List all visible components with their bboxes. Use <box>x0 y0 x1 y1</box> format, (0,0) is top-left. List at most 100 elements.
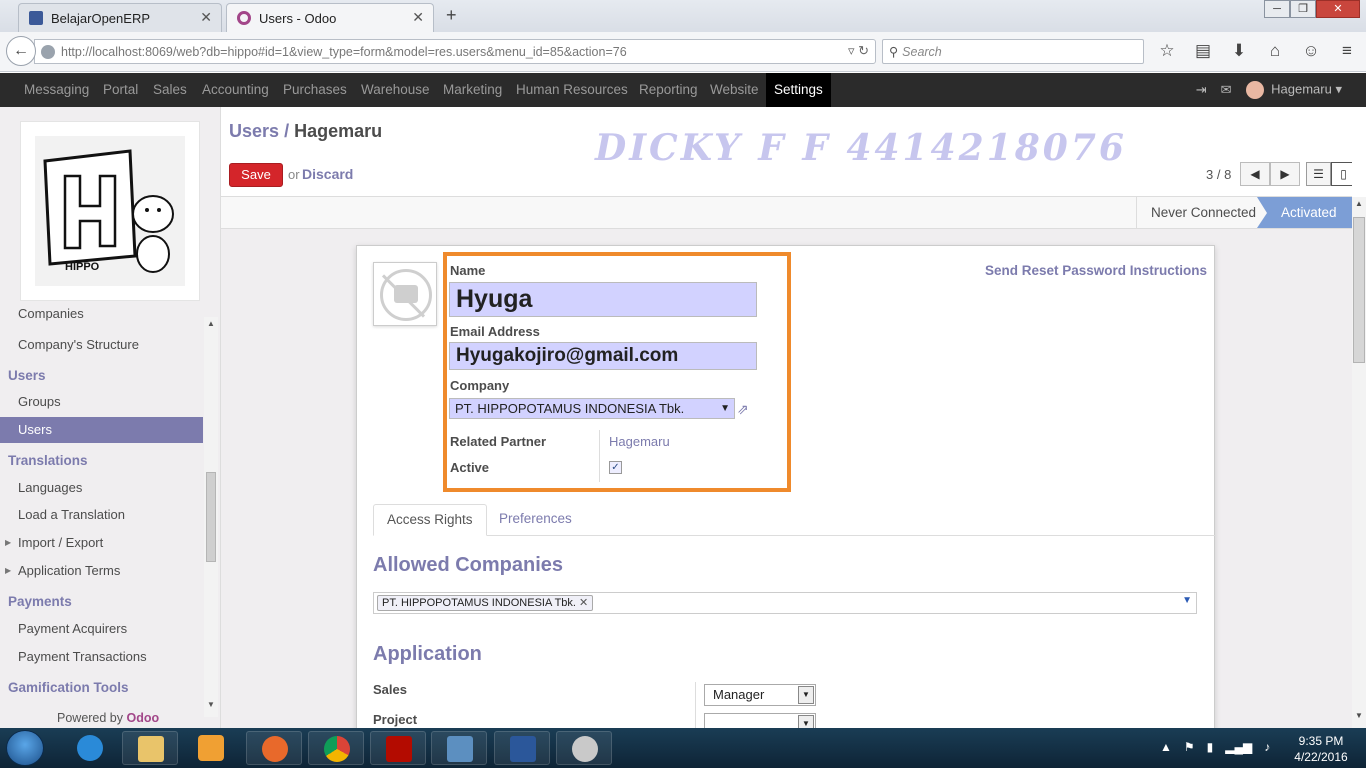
volume-icon[interactable]: ♪ <box>1264 740 1270 754</box>
photo-viewer-icon[interactable] <box>431 731 487 765</box>
company-select[interactable]: PT. HIPPOPOTAMUS INDONESIA Tbk. ▼ <box>449 398 735 419</box>
acrobat-icon[interactable] <box>370 731 426 765</box>
chat-icon[interactable]: ☺ <box>1300 41 1322 61</box>
download-icon[interactable]: ⬇ <box>1228 41 1250 61</box>
media-player-icon[interactable] <box>183 731 239 765</box>
menu-website[interactable]: Website <box>710 73 759 107</box>
sidebar-item-company-structure[interactable]: Company's Structure <box>0 332 203 358</box>
form-view-icon[interactable]: ▯ <box>1331 162 1352 186</box>
send-reset-password-link[interactable]: Send Reset Password Instructions <box>985 263 1207 278</box>
sidebar-item-application-terms[interactable]: ▶ Application Terms <box>0 558 203 584</box>
dropdown-arrow-icon[interactable]: ▼ <box>1182 595 1192 606</box>
show-hidden-icons[interactable]: ▲ <box>1160 740 1172 754</box>
tab-preferences[interactable]: Preferences <box>486 504 585 536</box>
main-content: Users / Hagemaru DICKY F F 4414218076 Sa… <box>221 107 1352 728</box>
sidebar-item-payment-acquirers[interactable]: Payment Acquirers <box>0 616 203 642</box>
tab-label: Users - Odoo <box>259 10 337 26</box>
breadcrumb-users-link[interactable]: Users <box>229 121 279 141</box>
sidebar-header-translations[interactable]: Translations <box>0 448 203 474</box>
chrome-icon[interactable] <box>308 731 364 765</box>
user-photo[interactable] <box>373 262 437 326</box>
scroll-down-icon[interactable]: ▼ <box>207 700 215 709</box>
notebook-tabs: Access Rights Preferences <box>373 504 1216 536</box>
browser-tab-belajar[interactable]: BelajarOpenERP ✕ <box>18 3 222 32</box>
close-tab-icon[interactable]: ✕ <box>200 9 212 26</box>
sidebar-header-gamification[interactable]: Gamification Tools <box>0 675 203 701</box>
sidebar-item-groups[interactable]: Groups <box>0 389 203 415</box>
odoo-link[interactable]: Odoo <box>127 711 160 725</box>
menu-settings[interactable]: Settings <box>766 73 831 107</box>
page-scrollbar[interactable]: ▲ ▼ <box>1352 197 1366 728</box>
project-select[interactable]: ▼ <box>704 713 816 728</box>
browser-tab-users-odoo[interactable]: Users - Odoo ✕ <box>226 3 434 32</box>
paint-icon[interactable] <box>556 731 612 765</box>
word-icon[interactable] <box>494 731 550 765</box>
save-button[interactable]: Save <box>229 163 283 187</box>
clock[interactable]: 9:35 PM 4/22/2016 <box>1292 733 1350 765</box>
company-logo[interactable]: HIPPO <box>20 121 200 301</box>
bookmark-star-icon[interactable]: ☆ <box>1156 41 1178 61</box>
sidebar-item-companies[interactable]: Companies <box>0 304 203 324</box>
action-center-icon[interactable]: ⚑ <box>1184 740 1195 754</box>
menu-purchases[interactable]: Purchases <box>283 73 347 107</box>
logout-icon[interactable]: ⇥ <box>1196 82 1207 98</box>
sidebar-item-payment-transactions[interactable]: Payment Transactions <box>0 644 203 670</box>
url-bar[interactable]: http://localhost:8069/web?db=hippo#id=1&… <box>34 39 876 64</box>
sales-select[interactable]: Manager ▼ <box>704 684 816 706</box>
hamburger-menu-icon[interactable]: ≡ <box>1336 41 1358 61</box>
sidebar-scrollbar[interactable]: ▲ ▼ <box>204 317 218 717</box>
previous-arrow-icon[interactable]: ◀ <box>1240 162 1270 186</box>
reading-list-icon[interactable]: ▤ <box>1192 41 1214 61</box>
sidebar-header-users[interactable]: Users <box>0 363 203 389</box>
menu-reporting[interactable]: Reporting <box>639 73 698 107</box>
name-field[interactable]: Hyuga <box>449 282 757 317</box>
close-window-icon[interactable]: ✕ <box>1316 0 1360 18</box>
next-arrow-icon[interactable]: ▶ <box>1270 162 1300 186</box>
menu-portal[interactable]: Portal <box>103 73 138 107</box>
minimize-icon[interactable]: ─ <box>1264 0 1290 18</box>
explorer-icon[interactable] <box>122 731 178 765</box>
menu-human-resources[interactable]: Human Resources <box>516 73 628 107</box>
firefox-icon[interactable] <box>246 731 302 765</box>
external-link-icon[interactable]: ⇗ <box>737 401 749 418</box>
scroll-thumb[interactable] <box>206 472 216 562</box>
sidebar-item-load-translation[interactable]: Load a Translation <box>0 502 203 528</box>
browser-search-input[interactable]: ⚲ Search <box>882 39 1144 64</box>
menu-messaging[interactable]: Messaging <box>24 73 89 107</box>
menu-sales[interactable]: Sales <box>153 73 187 107</box>
messages-icon[interactable]: ✉ <box>1221 82 1232 98</box>
battery-icon[interactable]: ▮ <box>1207 740 1214 754</box>
stage-activated[interactable]: Activated <box>1257 197 1352 228</box>
discard-button[interactable]: Discard <box>302 166 353 182</box>
scroll-down-icon[interactable]: ▼ <box>1355 711 1363 720</box>
sidebar-item-import-export[interactable]: ▶ Import / Export <box>0 530 203 556</box>
scroll-thumb[interactable] <box>1353 217 1365 363</box>
user-menu[interactable]: Hagemaru ▾ <box>1245 81 1342 99</box>
stage-never-connected[interactable]: Never Connected <box>1136 197 1270 228</box>
menu-warehouse[interactable]: Warehouse <box>361 73 430 107</box>
scroll-up-icon[interactable]: ▲ <box>1355 199 1363 208</box>
scroll-up-icon[interactable]: ▲ <box>207 319 215 328</box>
home-icon[interactable]: ⌂ <box>1264 41 1286 61</box>
sidebar-item-languages[interactable]: Languages <box>0 475 203 501</box>
menu-accounting[interactable]: Accounting <box>202 73 269 107</box>
back-arrow-icon[interactable]: ← <box>6 36 36 66</box>
sidebar-header-payments[interactable]: Payments <box>0 589 203 615</box>
active-checkbox[interactable]: ✓ <box>609 461 622 474</box>
reload-icon[interactable]: ▿ ↻ <box>848 43 869 59</box>
email-field[interactable]: Hyugakojiro@gmail.com <box>449 342 757 370</box>
allowed-companies-field[interactable]: PT. HIPPOPOTAMUS INDONESIA Tbk. ✕ ▼ <box>373 592 1197 614</box>
start-button[interactable] <box>6 730 44 766</box>
menu-marketing[interactable]: Marketing <box>443 73 502 107</box>
list-view-icon[interactable]: ☰ <box>1306 162 1331 186</box>
network-icon[interactable]: ▂▄▆ <box>1225 740 1252 754</box>
tab-access-rights[interactable]: Access Rights <box>373 504 487 536</box>
maximize-icon[interactable]: ❐ <box>1290 0 1316 18</box>
sidebar-item-users[interactable]: Users <box>0 417 203 443</box>
pager-value[interactable]: 3 / 8 <box>1206 167 1231 182</box>
remove-tag-icon[interactable]: ✕ <box>579 597 588 609</box>
ie-icon[interactable] <box>62 731 118 765</box>
new-tab-icon[interactable]: + <box>446 5 457 26</box>
close-tab-icon[interactable]: ✕ <box>412 9 424 26</box>
related-partner-link[interactable]: Hagemaru <box>609 434 670 449</box>
